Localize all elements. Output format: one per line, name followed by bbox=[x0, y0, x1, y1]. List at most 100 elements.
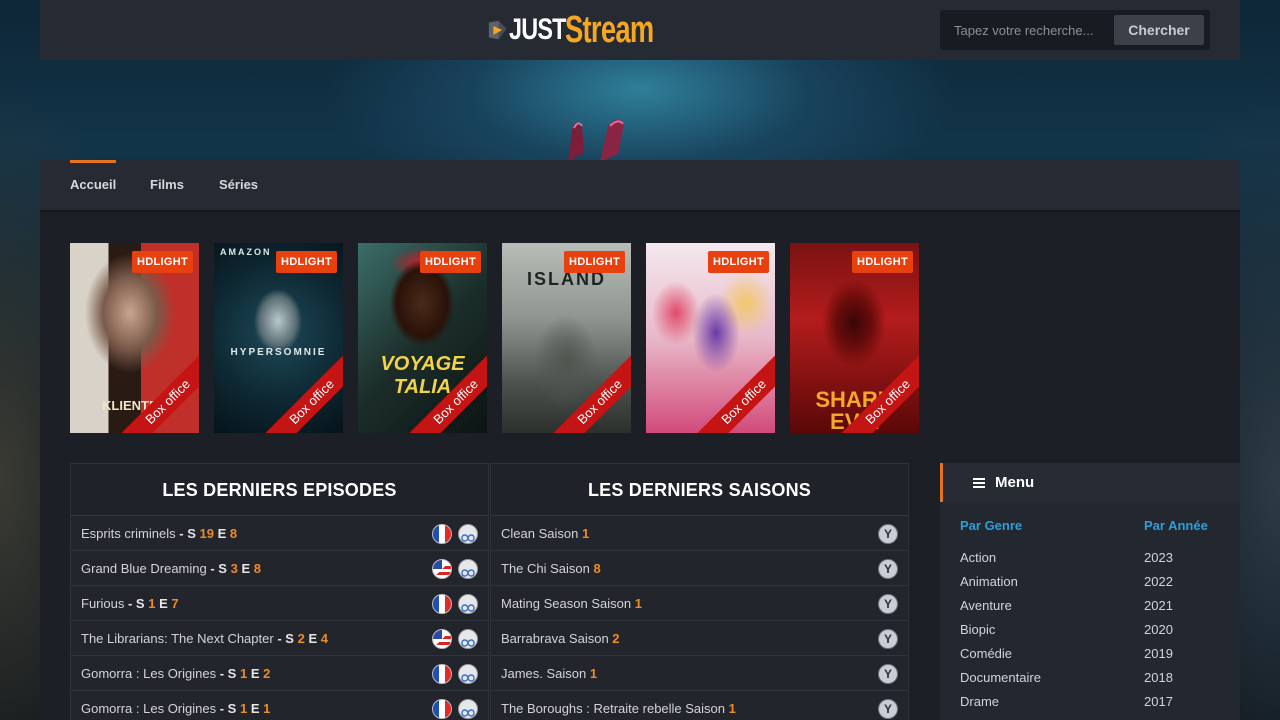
season-row[interactable]: The Chi Saison 8 Y bbox=[491, 551, 908, 586]
episode-e-label: E bbox=[159, 596, 168, 611]
episode-row[interactable]: The Librarians: The Next Chapter - S 2 E… bbox=[71, 621, 488, 656]
episode-season-number: 3 bbox=[230, 561, 238, 576]
episode-number: 4 bbox=[320, 631, 328, 646]
y-badge-icon: Y bbox=[878, 629, 898, 649]
search-input[interactable] bbox=[946, 16, 1110, 44]
season-row[interactable]: Barrabrava Saison 2 Y bbox=[491, 621, 908, 656]
episode-season-number: 2 bbox=[297, 631, 305, 646]
y-badge-icon: Y bbox=[878, 594, 898, 614]
season-row[interactable]: The Boroughs : Retraite rebelle Saison 1… bbox=[491, 691, 908, 720]
site-header: JUST Stream Chercher bbox=[40, 0, 1240, 60]
poster-card[interactable]: KLIENTEN HDLIGHT Box office bbox=[70, 243, 199, 433]
nav-series[interactable]: Séries bbox=[219, 160, 258, 210]
quality-badge: HDLIGHT bbox=[708, 251, 769, 273]
french-flag-icon bbox=[432, 524, 452, 544]
year-link-2021[interactable]: 2021 bbox=[1144, 598, 1173, 613]
genre-link-comedie[interactable]: Comédie bbox=[960, 646, 1012, 661]
episode-title: Furious bbox=[81, 596, 125, 611]
poster-card[interactable]: SHARK EVIL HDLIGHT Box office bbox=[790, 243, 919, 433]
episode-row[interactable]: Esprits criminels - S 19 E 8 bbox=[71, 516, 488, 551]
episode-number: 7 bbox=[171, 596, 179, 611]
genre-link-animation[interactable]: Animation bbox=[960, 574, 1018, 589]
season-number: 1 bbox=[728, 701, 736, 716]
poster-card[interactable]: ISLAND HDLIGHT Box office bbox=[502, 243, 631, 433]
nav-accueil[interactable]: Accueil bbox=[70, 160, 117, 210]
background-hand-art bbox=[568, 119, 624, 162]
episode-season-number: 1 bbox=[148, 596, 156, 611]
logo-text-stream: Stream bbox=[565, 8, 654, 51]
poster-card[interactable]: VOYAGE TALIA HDLIGHT Box office bbox=[358, 243, 487, 433]
episode-season-prefix: - S bbox=[219, 666, 237, 681]
genre-heading: Par Genre bbox=[960, 518, 1023, 533]
year-link-2018[interactable]: 2018 bbox=[1144, 670, 1173, 685]
quality-badge: HDLIGHT bbox=[564, 251, 625, 273]
season-title: The Boroughs : Retraite rebelle Saison bbox=[501, 701, 726, 716]
french-flag-icon bbox=[432, 699, 452, 719]
infinity-icon bbox=[458, 594, 478, 614]
season-number: 8 bbox=[593, 561, 601, 576]
episodes-heading: LES DERNIERS EPISODES bbox=[71, 464, 488, 516]
year-link-2022[interactable]: 2022 bbox=[1144, 574, 1173, 589]
site-logo[interactable]: JUST Stream bbox=[488, 5, 688, 55]
search-button[interactable]: Chercher bbox=[1114, 15, 1204, 45]
year-link-2023[interactable]: 2023 bbox=[1144, 550, 1173, 565]
season-number: 2 bbox=[612, 631, 620, 646]
infinity-icon bbox=[458, 559, 478, 579]
poster-card[interactable]: AMAZON HYPERSOMNIE HDLIGHT Box office bbox=[214, 243, 343, 433]
season-number: 1 bbox=[634, 596, 642, 611]
episode-season-prefix: - S bbox=[277, 631, 294, 646]
infinity-icon bbox=[458, 664, 478, 684]
episode-season-number: 1 bbox=[239, 666, 248, 681]
episode-e-label: E bbox=[308, 631, 318, 646]
poster-title: HYPERSOMNIE bbox=[230, 347, 327, 358]
season-title: Mating Season Saison bbox=[501, 596, 632, 611]
genre-link-drame[interactable]: Drame bbox=[960, 694, 999, 709]
episode-title: Gomorra : Les Origines bbox=[81, 666, 217, 681]
genre-link-documentaire[interactable]: Documentaire bbox=[960, 670, 1041, 685]
season-title: James. Saison bbox=[501, 666, 587, 681]
year-link-2020[interactable]: 2020 bbox=[1144, 622, 1173, 637]
episode-number: 1 bbox=[263, 701, 271, 716]
season-title: The Chi Saison bbox=[501, 561, 590, 576]
menu-header[interactable]: Menu bbox=[940, 463, 1240, 502]
episode-row[interactable]: Grand Blue Dreaming - S 3 E 8 bbox=[71, 551, 488, 586]
episode-row[interactable]: Furious - S 1 E 7 bbox=[71, 586, 488, 621]
seasons-heading: LES DERNIERS SAISONS bbox=[491, 464, 908, 516]
genre-link-action[interactable]: Action bbox=[960, 550, 996, 565]
vostfr-flag-icon bbox=[432, 629, 452, 649]
quality-badge: HDLIGHT bbox=[852, 251, 913, 273]
genre-link-aventure[interactable]: Aventure bbox=[960, 598, 1012, 613]
episode-row[interactable]: Gomorra : Les Origines - S 1 E 1 bbox=[71, 691, 488, 720]
quality-badge: HDLIGHT bbox=[420, 251, 481, 273]
hamburger-icon bbox=[973, 476, 985, 490]
latest-episodes-panel: LES DERNIERS EPISODES Esprits criminels … bbox=[70, 463, 489, 720]
sidebar-menu: Menu Par Genre Par Année Action Animatio… bbox=[940, 463, 1240, 720]
episode-title: Grand Blue Dreaming bbox=[81, 561, 207, 576]
poster-card[interactable]: HDLIGHT Box office bbox=[646, 243, 775, 433]
season-row[interactable]: Clean Saison 1 Y bbox=[491, 516, 908, 551]
episode-e-label: E bbox=[250, 701, 260, 716]
year-link-2019[interactable]: 2019 bbox=[1144, 646, 1173, 661]
year-heading: Par Année bbox=[1144, 518, 1208, 533]
y-badge-icon: Y bbox=[878, 664, 898, 684]
nav-films[interactable]: Films bbox=[150, 160, 184, 210]
menu-title: Menu bbox=[995, 474, 1035, 491]
genre-link-biopic[interactable]: Biopic bbox=[960, 622, 995, 637]
infinity-icon bbox=[458, 699, 478, 719]
episode-season-prefix: - S bbox=[127, 596, 145, 611]
main-nav: Accueil Films Séries bbox=[40, 160, 1240, 212]
french-flag-icon bbox=[432, 594, 452, 614]
season-row[interactable]: James. Saison 1 Y bbox=[491, 656, 908, 691]
episode-row[interactable]: Gomorra : Les Origines - S 1 E 2 bbox=[71, 656, 488, 691]
episode-season-prefix: - S bbox=[210, 561, 227, 576]
episode-season-prefix: - S bbox=[219, 701, 237, 716]
y-badge-icon: Y bbox=[878, 699, 898, 719]
episode-title: The Librarians: The Next Chapter bbox=[81, 631, 274, 646]
season-title: Barrabrava Saison bbox=[501, 631, 609, 646]
year-link-2017[interactable]: 2017 bbox=[1144, 694, 1173, 709]
episode-title: Esprits criminels bbox=[81, 526, 176, 541]
y-badge-icon: Y bbox=[878, 559, 898, 579]
french-flag-icon bbox=[432, 664, 452, 684]
season-row[interactable]: Mating Season Saison 1 Y bbox=[491, 586, 908, 621]
episode-season-number: 1 bbox=[239, 701, 248, 716]
